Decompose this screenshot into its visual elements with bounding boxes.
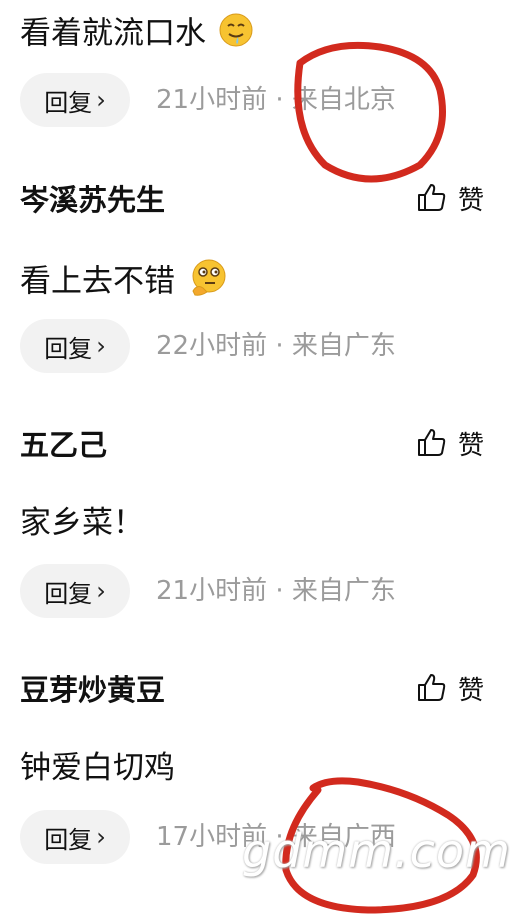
reply-button[interactable]: 回复 ›: [20, 810, 130, 864]
like-button[interactable]: 赞: [416, 180, 484, 217]
comment-text: 看着就流口水: [20, 12, 254, 58]
comment-meta: 22小时前 · 来自广东: [156, 331, 396, 361]
location: 来自广东: [291, 331, 396, 361]
comment-text: 钟爱白切鸡: [20, 750, 175, 786]
comment-text: 家乡菜！: [20, 505, 144, 541]
like-button[interactable]: 赞: [416, 670, 484, 707]
chevron-right-icon: ›: [96, 577, 106, 605]
comment-text: 看上去不错: [20, 258, 231, 308]
location: 来自广东: [291, 576, 396, 606]
chevron-right-icon: ›: [96, 86, 106, 114]
timestamp: 21小时前: [156, 576, 268, 606]
chevron-right-icon: ›: [96, 823, 106, 851]
reply-button[interactable]: 回复 ›: [20, 564, 130, 618]
comment-meta: 21小时前 · 来自广东: [156, 576, 396, 606]
chevron-right-icon: ›: [96, 332, 106, 360]
reply-button[interactable]: 回复 ›: [20, 319, 130, 373]
thumbs-up-icon: [416, 181, 448, 217]
comment-author[interactable]: 五乙己: [20, 427, 107, 463]
thinking-face-icon: [187, 258, 231, 308]
comment-meta: 21小时前 · 来自北京: [156, 85, 396, 115]
drooling-face-icon: [218, 12, 254, 58]
comment-author[interactable]: 岑溪苏先生: [20, 182, 165, 218]
timestamp: 22小时前: [156, 331, 268, 361]
like-button[interactable]: 赞: [416, 425, 484, 462]
thumbs-up-icon: [416, 671, 448, 707]
timestamp: 21小时前: [156, 85, 268, 115]
comment-author[interactable]: 豆芽炒黄豆: [20, 672, 165, 708]
reply-button[interactable]: 回复 ›: [20, 73, 130, 127]
location: 来自北京: [291, 85, 396, 115]
thumbs-up-icon: [416, 426, 448, 462]
watermark: gdmm.com: [242, 824, 511, 878]
